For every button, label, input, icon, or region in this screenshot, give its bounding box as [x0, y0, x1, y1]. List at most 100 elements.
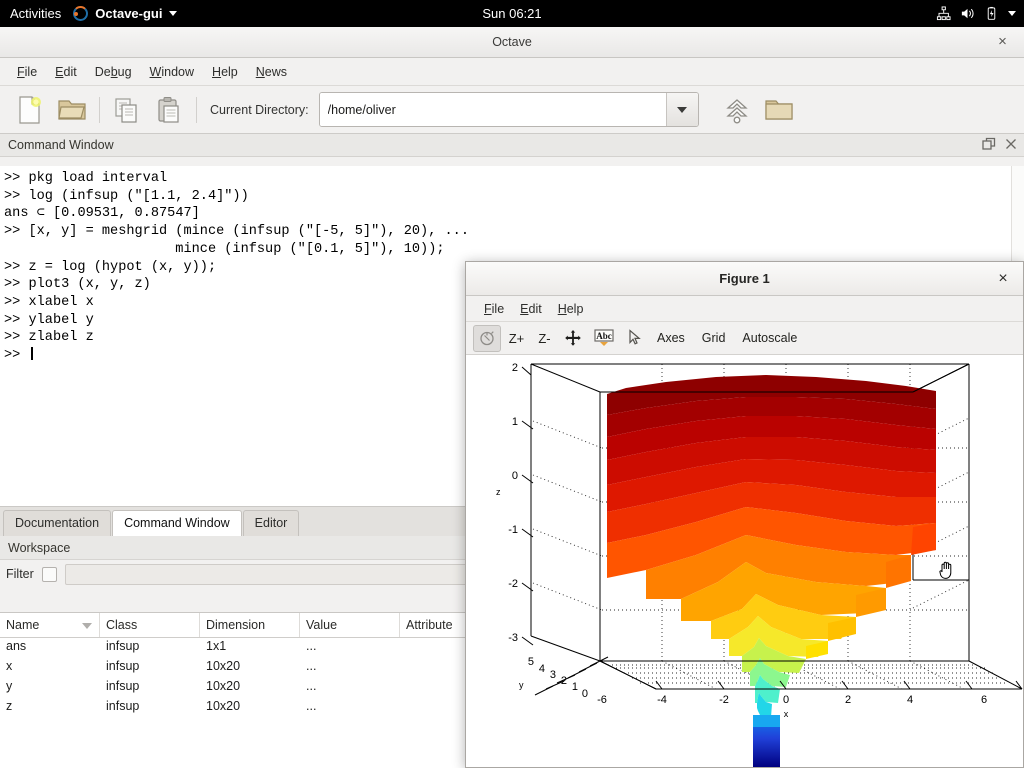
figure-menubar: File Edit Help	[466, 296, 1023, 322]
svg-text:-6: -6	[597, 694, 607, 706]
cell-name: y	[6, 679, 13, 693]
paste-icon[interactable]	[149, 90, 189, 130]
menu-news[interactable]: News	[247, 61, 296, 83]
cell-value: ...	[306, 699, 317, 713]
column-header-name[interactable]: Name	[0, 613, 100, 637]
text-cursor	[31, 347, 33, 361]
figure-close-button[interactable]: ×	[995, 271, 1011, 287]
cmd-line: >> pkg load interval	[4, 171, 168, 186]
cmd-line: >> z = log (hypot (x, y));	[4, 259, 217, 275]
cell-class: infsup	[106, 659, 140, 673]
figure-plot-canvas[interactable]: 2 1 0 -1 -2 -3 z 0 1 2 3 4 5 y -6 -4 -2 …	[466, 355, 1023, 767]
zoom-in-button[interactable]: Z+	[504, 325, 529, 352]
svg-text:Abc: Abc	[596, 331, 612, 341]
new-script-icon[interactable]	[10, 90, 50, 130]
cell-name: z	[6, 699, 13, 713]
browse-folder-icon[interactable]	[759, 90, 799, 130]
y-axis-label: y	[519, 680, 524, 690]
workspace-title: Workspace	[8, 540, 71, 555]
surface-mesh	[607, 375, 936, 767]
cell-dimension: 10x20	[206, 659, 241, 673]
cmd-line: >> [x, y] = meshgrid (mince (infsup ("[-…	[4, 224, 469, 240]
pan-icon[interactable]	[560, 325, 586, 352]
text-tool-icon[interactable]: Abc	[589, 325, 619, 352]
column-header-class[interactable]: Class	[100, 613, 200, 637]
svg-text:-2: -2	[719, 694, 729, 706]
cell-name: x	[6, 659, 13, 673]
rotate-icon[interactable]	[473, 324, 501, 352]
x-axis-label: x	[784, 709, 789, 719]
figure-titlebar: Figure 1 ×	[466, 262, 1023, 296]
column-header-dimension[interactable]: Dimension	[200, 613, 300, 637]
svg-text:2: 2	[845, 694, 851, 706]
zoom-out-button[interactable]: Z-	[532, 325, 557, 352]
menu-file[interactable]: File	[8, 61, 46, 83]
svg-text:-1: -1	[508, 524, 518, 536]
svg-text:3: 3	[550, 669, 556, 681]
cmd-line: >> xlabel x	[4, 294, 94, 310]
figure-menu-edit[interactable]: Edit	[512, 299, 550, 319]
cursor-select-icon[interactable]	[622, 325, 647, 352]
z-tick-labels: 2 1 0 -1 -2 -3	[508, 362, 518, 644]
cell-value: ...	[306, 659, 317, 673]
clock[interactable]: Sun 06:21	[0, 6, 1024, 21]
current-directory-combo[interactable]	[318, 92, 699, 127]
cmd-line: ans ⊂ [0.09531, 0.87547]	[4, 206, 200, 222]
cmd-line: >> ylabel y	[4, 312, 94, 328]
main-titlebar: Octave ×	[0, 27, 1024, 58]
cell-value: ...	[306, 639, 317, 653]
command-window-dock-title: Command Window	[8, 138, 114, 152]
figure-menu-help[interactable]: Help	[550, 299, 592, 319]
grid-button[interactable]: Grid	[695, 331, 733, 345]
tab-documentation[interactable]: Documentation	[3, 510, 112, 536]
main-toolbar: Current Directory:	[0, 86, 1024, 134]
current-directory-input[interactable]	[319, 93, 666, 126]
battery-icon	[987, 6, 996, 20]
column-header-name-label: Name	[6, 618, 40, 632]
svg-text:1: 1	[512, 416, 518, 428]
svg-text:5: 5	[528, 656, 534, 668]
figure-toolbar: Z+ Z- Abc Axes Grid Autoscale	[466, 322, 1023, 355]
up-directory-icon[interactable]	[717, 90, 757, 130]
system-tray[interactable]	[936, 0, 1016, 27]
svg-text:1: 1	[572, 681, 578, 693]
close-icon[interactable]	[1004, 137, 1018, 151]
cell-class: infsup	[106, 639, 140, 653]
menu-help[interactable]: Help	[203, 61, 247, 83]
x-axis	[655, 680, 1023, 690]
svg-text:0: 0	[783, 694, 789, 706]
menu-window[interactable]: Window	[141, 61, 203, 83]
svg-text:-2: -2	[508, 578, 518, 590]
svg-text:6: 6	[981, 694, 987, 706]
main-window-title: Octave	[492, 35, 532, 49]
undock-icon[interactable]	[982, 137, 996, 151]
tab-editor[interactable]: Editor	[242, 510, 300, 536]
figure-window: Figure 1 × File Edit Help Z+ Z- Abc Axes…	[465, 261, 1024, 768]
column-header-value[interactable]: Value	[300, 613, 400, 637]
volume-icon	[961, 8, 974, 19]
open-folder-icon[interactable]	[52, 90, 92, 130]
cmd-line: >> plot3 (x, y, z)	[4, 277, 151, 293]
tab-command-window[interactable]: Command Window	[112, 510, 242, 536]
figure-menu-file[interactable]: File	[476, 299, 512, 319]
cell-dimension: 1x1	[206, 639, 227, 653]
menu-edit[interactable]: Edit	[46, 61, 86, 83]
filter-checkbox[interactable]	[41, 566, 57, 582]
main-window-close-button[interactable]: ×	[995, 34, 1010, 50]
toolbar-separator-2	[196, 96, 197, 123]
svg-text:2: 2	[561, 675, 567, 687]
cmd-prompt-line: >>	[4, 348, 29, 364]
sort-descending-icon	[82, 623, 92, 629]
autoscale-button[interactable]: Autoscale	[735, 331, 804, 345]
current-directory-dropdown-button[interactable]	[665, 93, 698, 126]
main-menubar: File Edit Debug Window Help News	[0, 58, 1024, 86]
svg-text:0: 0	[582, 688, 588, 700]
network-icon	[936, 6, 951, 21]
cmd-line: mince (infsup ("[0.1, 5]"), 10));	[4, 241, 445, 257]
cmd-line: >> log (infsup ("[1.1, 2.4]"))	[4, 188, 249, 204]
copy-icon[interactable]	[107, 90, 147, 130]
svg-text:4: 4	[539, 663, 545, 675]
menu-debug[interactable]: Debug	[86, 61, 141, 83]
current-directory-label: Current Directory:	[210, 102, 309, 117]
axes-button[interactable]: Axes	[650, 331, 692, 345]
